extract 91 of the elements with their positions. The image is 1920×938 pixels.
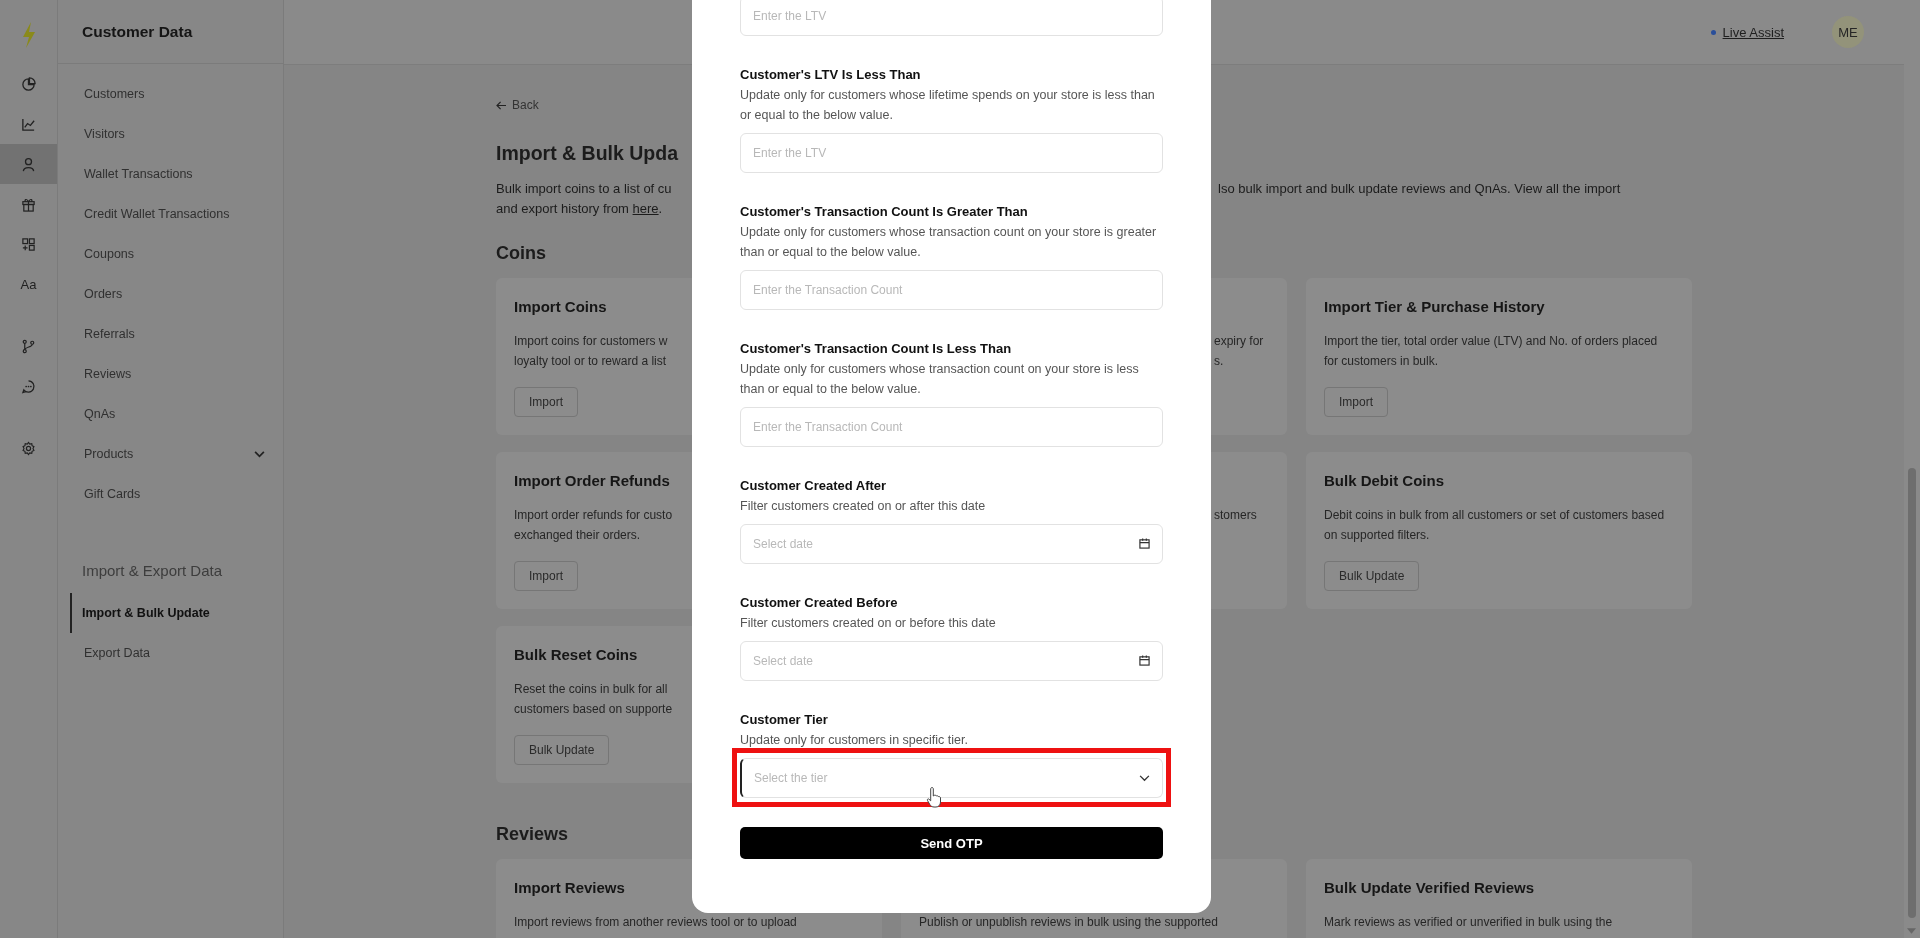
scrollbar-thumb[interactable] [1908,468,1916,918]
field-description: Filter customers created on or before this date [740,615,997,632]
input-field[interactable]: Enter the Transaction Count [740,407,1163,447]
section-heading: Coins [496,243,546,264]
card-title: Bulk Debit Coins [1324,471,1444,489]
send-otp-button[interactable]: Send OTP [740,827,1163,859]
input-field[interactable]: Enter the LTV [740,0,1163,36]
card-description: Publish or unpublish reviews in bulk using the supported [919,914,1218,931]
sidebar-item[interactable]: Credit Wallet Transactions [58,194,283,234]
card-description: exchanged their orders. [514,527,641,544]
select-field[interactable]: Select the tier [740,758,1163,798]
sidebar-item[interactable]: Wallet Transactions [58,154,283,194]
chevron-down-icon [254,450,265,458]
field-label: Customer's Transaction Count Is Greater Than [740,203,1029,221]
card-description: Import coins for customers w [514,333,668,350]
sidebar-item[interactable]: Reviews [58,354,283,394]
intro-text: Bulk import coins to a list of cu [496,180,673,198]
intro-text: lso bulk import and bulk update reviews and QnAs. View all the import [1218,180,1621,198]
card-description: stomers [1214,507,1257,524]
rail-nav-item[interactable]: Aa [0,264,57,304]
lightning-logo-icon [20,22,37,48]
user-icon [21,156,36,172]
gift-icon [21,196,36,212]
card-description: Import reviews from another reviews tool or to upload [514,914,797,931]
card-title: Import Coins [514,297,607,315]
card-title: Import Tier & Purchase History [1324,297,1545,315]
sidebar-title: Customer Data [82,22,193,41]
sidebar-item[interactable]: Visitors [58,114,283,154]
calendar-icon [1139,538,1150,549]
field-description: Update only for customers in specific tier. [740,732,969,749]
sidebar-item[interactable]: Referrals [58,314,283,354]
card-description: Import order refunds for custo [514,507,673,524]
card-action-button[interactable]: Import [1324,387,1388,417]
field-description: Update only for customers whose lifetime spends on your store is less than or equal to the below value. [740,87,1156,124]
sidebar-item[interactable]: Import & Bulk Update [70,593,283,633]
scroll-down-arrow-icon[interactable] [1907,928,1916,934]
card-action-button[interactable]: Bulk Update [514,735,610,765]
sidebar-item[interactable]: Coupons [58,234,283,274]
field-label: Customer Created After [740,477,888,495]
user-avatar[interactable]: ME [1832,16,1864,48]
card-description: Reset the coins in bulk for all [514,681,668,698]
input-field[interactable]: Enter the LTV [740,133,1163,173]
sidebar-item[interactable]: Orders [58,274,283,314]
field-description: Filter customers created on or after this date [740,498,987,515]
card-action-button[interactable]: Import [514,561,578,591]
sidebar-item[interactable]: QnAs [58,394,283,434]
rail-nav-item[interactable] [0,144,57,184]
card-description: loyalty tool or to reward a list [514,353,667,370]
field-label: Customer's LTV Is Less Than [740,66,922,84]
back-link[interactable]: Back [496,98,539,112]
card-title: Import Order Refunds [514,471,670,489]
chat-icon [21,378,36,394]
field-label: Customer's Transaction Count Is Less Than [740,340,1013,358]
field-description: Update only for customers whose transaction count on your store is greater than or equal to the below value. [740,224,1158,261]
card-title: Bulk Reset Coins [514,645,638,663]
card-title: Bulk Update Verified Reviews [1324,878,1535,896]
scrollbar[interactable] [1904,0,1920,938]
sidebar-item[interactable]: Gift Cards [58,474,283,514]
card-description: s. [1214,353,1224,370]
sidebar-section-heading: Import & Export Data [81,561,224,581]
field-description: Update only for customers whose transaction count on your store is less than or equal to the below value. [740,361,1140,398]
calendar-icon [1139,655,1150,666]
page-title: Import & Bulk Upda [496,142,678,165]
pie-chart-icon [21,76,36,92]
card-action-button[interactable]: Import [514,387,578,417]
live-assist-link[interactable]: Live Assist [1710,24,1784,40]
input-field[interactable]: Enter the Transaction Count [740,270,1163,310]
hand-cursor-icon [926,786,942,808]
date-field[interactable]: Select date [740,524,1163,564]
card-description: Mark reviews as verified or unverified in bulk using the [1324,914,1613,931]
history-link[interactable]: here [632,201,659,216]
line-chart-icon [21,116,36,132]
card-title: Import Reviews [514,878,625,896]
field-label: Customer Tier [740,711,829,729]
card-description: Debit coins in bulk from all customers or set of customers based on supported filters. [1324,507,1666,544]
sidebar-item[interactable]: Products [58,434,283,474]
date-field[interactable]: Select date [740,641,1163,681]
card-description: expiry for [1214,333,1264,350]
settings-icon [21,440,36,456]
arrow-left-icon [496,100,507,110]
field-label: Customer Created Before [740,594,899,612]
intro-text: and export history from here. [496,200,663,218]
branch-icon [21,338,36,354]
card-description: Import the tier, total order value (LTV) and No. of orders placed for customers in bulk. [1324,333,1659,370]
sidebar-item[interactable]: Export Data [58,633,283,673]
chevron-down-icon [1139,774,1150,782]
grid-plus-icon [21,236,36,252]
section-heading: Reviews [496,824,569,845]
card-action-button[interactable]: Bulk Update [1324,561,1420,591]
sidebar-item[interactable]: Customers [58,74,283,114]
card-description: customers based on supporte [514,701,673,718]
